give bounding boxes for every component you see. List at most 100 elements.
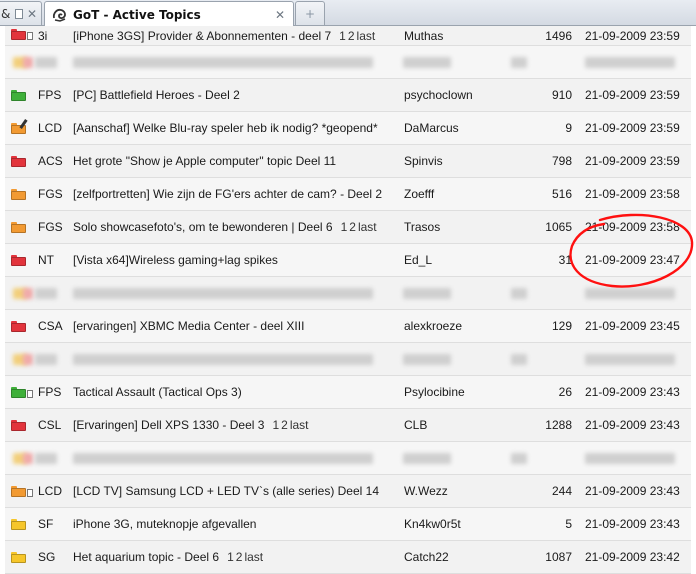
table-row[interactable]: FGS [zelfportretten] Wie zijn de FG'ers a…: [5, 178, 691, 211]
table-row[interactable]: SF iPhone 3G, muteknopje afgevallen Kn4kw0…: [5, 508, 691, 541]
topic-last-post-date[interactable]: 21-09-2009 23:43: [585, 475, 691, 507]
tab-active-topics[interactable]: GoT - Active Topics ✕: [44, 1, 294, 27]
redacted-text: [35, 354, 57, 365]
topic-category[interactable]: 3i: [38, 26, 74, 45]
topic-reply-count: 129: [551, 319, 572, 333]
table-row[interactable]: FPS Tactical Assault (Tactical Ops 3) Psyl…: [5, 376, 691, 409]
topic-title-link[interactable]: [Ervaringen] Dell XPS 1330 - Deel 3: [73, 418, 264, 432]
topic-category[interactable]: FPS: [38, 376, 74, 408]
tab-previous-label: &: [1, 6, 11, 21]
topic-title-link[interactable]: [Vista x64]Wireless gaming+lag spikes: [73, 253, 278, 267]
table-row[interactable]: LCD [LCD TV] Samsung LCD + LED TV`s (alle…: [5, 475, 691, 508]
topic-category[interactable]: FGS: [38, 178, 74, 210]
topic-title-link[interactable]: Het grote "Show je Apple computer" topic…: [73, 154, 336, 168]
topic-title-cell: [Vista x64]Wireless gaming+lag spikes: [73, 244, 403, 276]
topic-status-cell: [11, 508, 33, 540]
orange-folder-icon: [11, 188, 26, 200]
page-link[interactable]: 2: [348, 29, 355, 43]
topic-last-poster[interactable]: Trasos: [404, 211, 514, 243]
topic-last-poster[interactable]: CLB: [404, 409, 514, 441]
redacted-text: [23, 453, 33, 464]
topic-title-link[interactable]: [Aanschaf] Welke Blu-ray speler heb ik n…: [73, 121, 378, 135]
topic-title-cell: [iPhone 3GS] Provider & Abonnementen - d…: [73, 26, 403, 45]
topic-category[interactable]: FPS: [38, 79, 74, 111]
page-link[interactable]: last: [358, 220, 377, 234]
topic-title-link[interactable]: [PC] Battlefield Heroes - Deel 2: [73, 88, 240, 102]
table-row[interactable]: LCD [Aanschaf] Welke Blu-ray speler heb i…: [5, 112, 691, 145]
topic-last-post-date[interactable]: 21-09-2009 23:43: [585, 376, 691, 408]
table-row[interactable]: ACS Het grote "Show je Apple computer" to…: [5, 145, 691, 178]
topic-last-post-date[interactable]: 21-09-2009 23:43: [585, 508, 691, 540]
topic-title-link[interactable]: Tactical Assault (Tactical Ops 3): [73, 385, 242, 399]
page-link[interactable]: 1: [272, 418, 279, 432]
table-row[interactable]: FGS Solo showcasefoto's, om te bewonderen…: [5, 211, 691, 244]
close-tab-icon[interactable]: ✕: [273, 8, 287, 22]
topic-last-poster[interactable]: DaMarcus: [404, 112, 514, 144]
page-link[interactable]: 1: [341, 220, 348, 234]
table-row[interactable]: FPS [PC] Battlefield Heroes - Deel 2 psych…: [5, 79, 691, 112]
table-row[interactable]: 3i [iPhone 3GS] Provider & Abonnementen -…: [5, 26, 691, 46]
topic-last-post-date[interactable]: 21-09-2009 23:58: [585, 178, 691, 210]
topic-last-poster[interactable]: Spinvis: [404, 145, 514, 177]
topic-category[interactable]: SF: [38, 508, 74, 540]
topic-title-link[interactable]: Het aquarium topic - Deel 6: [73, 550, 219, 564]
topic-last-post-date[interactable]: 21-09-2009 23:45: [585, 310, 691, 342]
page-link[interactable]: 2: [236, 550, 243, 564]
topic-category[interactable]: NT: [38, 244, 74, 276]
table-row[interactable]: CSA [ervaringen] XBMC Media Center - deel…: [5, 310, 691, 343]
table-row[interactable]: CSL [Ervaringen] Dell XPS 1330 - Deel 312…: [5, 409, 691, 442]
topic-category[interactable]: CSA: [38, 310, 74, 342]
topic-last-post-date[interactable]: 21-09-2009 23:59: [585, 26, 691, 45]
page-link[interactable]: 2: [349, 220, 356, 234]
redacted-text: [73, 354, 373, 365]
topic-last-poster[interactable]: Psylocibine: [404, 376, 514, 408]
page-link[interactable]: 2: [281, 418, 288, 432]
topic-title-link[interactable]: Solo showcasefoto's, om te bewonderen | …: [73, 220, 333, 234]
topic-title-link[interactable]: iPhone 3G, muteknopje afgevallen: [73, 517, 256, 531]
topic-last-post-date[interactable]: 21-09-2009 23:42: [585, 541, 691, 573]
topic-last-poster[interactable]: Kn4kw0r5t: [404, 508, 514, 540]
table-row[interactable]: SG Het aquarium topic - Deel 6 1 2 last Catch…: [5, 541, 691, 574]
topic-last-poster[interactable]: W.Wezz: [404, 475, 514, 507]
topic-title-link[interactable]: [ervaringen] XBMC Media Center - deel XI…: [73, 319, 304, 333]
page-link[interactable]: last: [244, 550, 263, 564]
topic-reply-count: 26: [558, 385, 572, 399]
topic-last-poster[interactable]: Ed_L: [404, 244, 514, 276]
page-link[interactable]: last: [290, 418, 309, 432]
topic-last-poster[interactable]: Catch22: [404, 541, 514, 573]
redacted-text: [511, 288, 527, 299]
topic-category[interactable]: ACS: [38, 145, 74, 177]
topic-category[interactable]: FGS: [38, 211, 74, 243]
topic-last-post-date[interactable]: 21-09-2009 23:59: [585, 79, 691, 111]
topic-title-link[interactable]: [LCD TV] Samsung LCD + LED TV`s (alle se…: [73, 484, 379, 498]
topic-last-poster[interactable]: Zoefff: [404, 178, 514, 210]
topic-last-post-date[interactable]: 21-09-2009 23:59: [585, 145, 691, 177]
blurred-row: [5, 277, 691, 310]
page-link[interactable]: last: [357, 29, 376, 43]
topic-last-poster[interactable]: psychoclown: [404, 79, 514, 111]
topic-last-poster[interactable]: Muthas: [404, 26, 514, 45]
topic-category[interactable]: SG: [38, 541, 74, 573]
table-row[interactable]: NT [Vista x64]Wireless gaming+lag spikes E…: [5, 244, 691, 277]
redacted-text: [403, 453, 451, 464]
topic-title-link[interactable]: [zelfportretten] Wie zijn de FG'ers acht…: [73, 187, 382, 201]
topic-category[interactable]: LCD: [38, 475, 74, 507]
topic-status-cell: [11, 541, 33, 573]
topic-title-link[interactable]: [iPhone 3GS] Provider & Abonnementen - d…: [73, 29, 331, 43]
page-link[interactable]: 1: [227, 550, 234, 564]
redacted-text: [35, 288, 57, 299]
page-link[interactable]: 1: [339, 29, 346, 43]
close-tab-icon[interactable]: ✕: [25, 7, 39, 21]
topic-last-post-date[interactable]: 21-09-2009 23:58: [585, 211, 691, 243]
topic-title-cell: iPhone 3G, muteknopje afgevallen: [73, 508, 403, 540]
new-tab-button[interactable]: +: [295, 1, 325, 25]
tab-previous[interactable]: & ✕: [0, 1, 42, 25]
topic-last-post-date[interactable]: 21-09-2009 23:59: [585, 112, 691, 144]
topic-category[interactable]: CSL: [38, 409, 74, 441]
plus-icon: +: [304, 6, 316, 21]
topic-category[interactable]: LCD: [38, 112, 74, 144]
topic-last-poster[interactable]: alexkroeze: [404, 310, 514, 342]
topic-last-post-date[interactable]: 21-09-2009 23:43: [585, 409, 691, 441]
topic-last-post-date[interactable]: 21-09-2009 23:47: [585, 244, 691, 276]
topic-title-cell: [ervaringen] XBMC Media Center - deel XI…: [73, 310, 403, 342]
